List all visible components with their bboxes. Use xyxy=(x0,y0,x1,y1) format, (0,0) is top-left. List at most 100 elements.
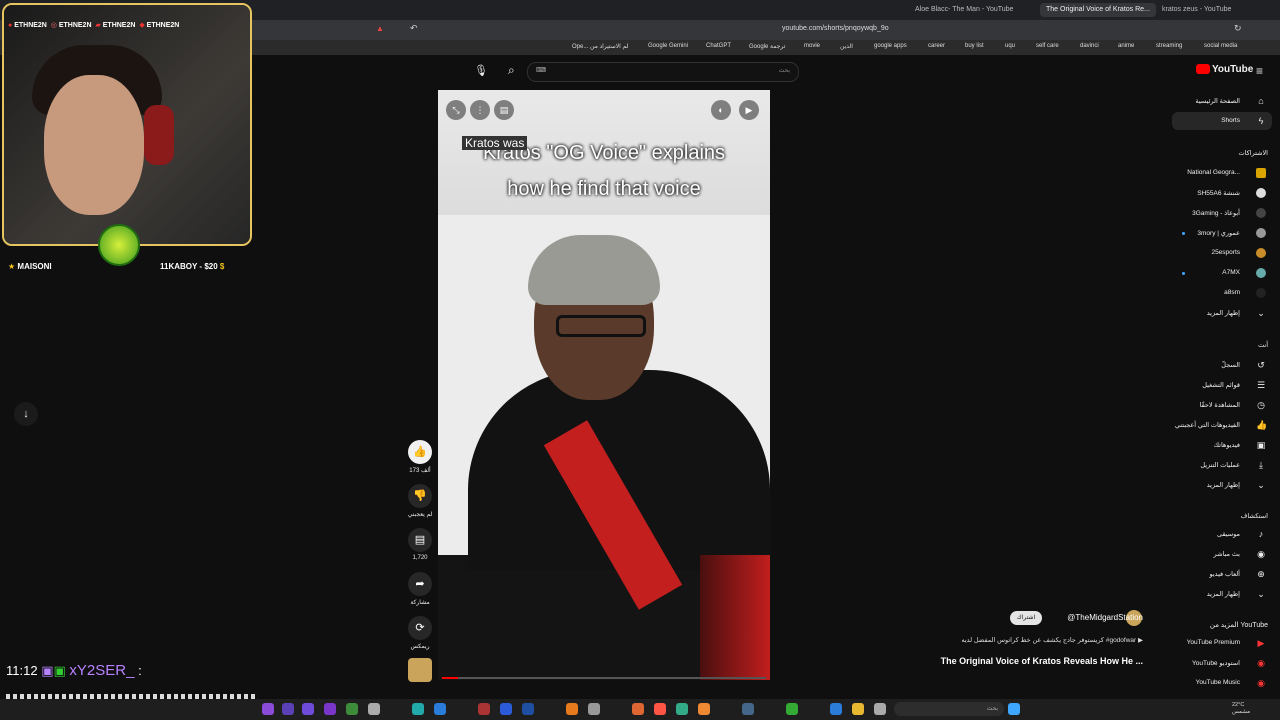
sidebar-item-history[interactable]: السجلّ xyxy=(1221,361,1240,369)
download-icon[interactable]: ⤓ xyxy=(1256,460,1266,470)
video-progress-bar[interactable] xyxy=(442,677,766,679)
sidebar-item-playlists[interactable]: قوائم التشغيل xyxy=(1202,381,1240,389)
volume-icon[interactable]: ◐ xyxy=(711,100,731,120)
history-icon[interactable]: ↺ xyxy=(1256,360,1266,370)
thumbs-up-icon[interactable]: 👍 xyxy=(1256,420,1267,430)
clock-icon[interactable]: ◷ xyxy=(1256,400,1266,410)
sidebar-item-watch-later[interactable]: المشاهدة لاحقًا xyxy=(1200,401,1240,409)
app-icon[interactable] xyxy=(324,703,336,715)
search-icon[interactable]: ⌕ xyxy=(508,63,515,78)
fullscreen-icon[interactable]: ⤡ xyxy=(446,100,466,120)
bookmark-item[interactable]: social media xyxy=(1204,43,1237,49)
like-button[interactable]: 👍 xyxy=(408,440,432,464)
bookmark-item[interactable]: Ope... لم الاستيراد من xyxy=(572,43,628,50)
bookmark-item[interactable]: الدين xyxy=(840,43,853,50)
bookmark-item[interactable]: davinci xyxy=(1080,43,1099,49)
sidebar-item-music-app[interactable]: YouTube Music xyxy=(1196,679,1240,686)
sidebar-item-gaming[interactable]: ألعاب فيديو xyxy=(1210,570,1240,578)
app-icon[interactable] xyxy=(302,703,314,715)
home-icon[interactable]: ⌂ xyxy=(1256,96,1266,106)
video-icon[interactable]: ▣ xyxy=(1256,440,1266,450)
app-icon[interactable] xyxy=(632,703,644,715)
bookmark-item[interactable]: buy list xyxy=(965,43,984,49)
bookmark-item[interactable]: career xyxy=(928,43,945,49)
chevron-down-icon[interactable]: ⌄ xyxy=(1256,308,1266,318)
play-icon[interactable]: ▶ xyxy=(739,100,759,120)
app-icon[interactable] xyxy=(830,703,842,715)
channel-name[interactable]: @TheMidgardStation xyxy=(1067,613,1143,622)
youtube-studio-icon[interactable]: ◉ xyxy=(1256,658,1266,668)
bookmark-item[interactable]: uqu xyxy=(1005,43,1015,49)
sidebar-item-studio[interactable]: YouTube استوديو xyxy=(1192,659,1240,667)
comments-button[interactable]: ▤ xyxy=(408,528,432,552)
url-text[interactable]: youtube.com/shorts/pnqoywqb_9o xyxy=(782,25,889,32)
app-icon[interactable] xyxy=(368,703,380,715)
live-icon[interactable]: ◉ xyxy=(1256,549,1266,559)
sidebar-item-your-videos[interactable]: فيديوهاتك xyxy=(1214,441,1240,449)
remix-button[interactable]: ⟳ xyxy=(408,616,432,640)
app-icon[interactable] xyxy=(282,703,294,715)
shorts-icon[interactable]: ϟ xyxy=(1256,116,1266,126)
subscription-item[interactable]: National Geogra... xyxy=(1187,169,1240,176)
sidebar-show-more[interactable]: إظهار المزيد xyxy=(1207,590,1240,598)
app-icon[interactable] xyxy=(698,703,710,715)
app-icon[interactable] xyxy=(500,703,512,715)
playlist-icon[interactable]: ☰ xyxy=(1256,380,1266,390)
sidebar-item-liked[interactable]: الفيديوهات التي أعجبتني xyxy=(1175,421,1240,429)
subscription-item[interactable]: a8sm xyxy=(1224,289,1240,296)
bookmark-item[interactable]: ChatGPT xyxy=(706,43,731,49)
sidebar-item-home[interactable]: الصفحة الرئيسية xyxy=(1195,97,1240,105)
app-icon[interactable] xyxy=(434,703,446,715)
sidebar-show-more[interactable]: إظهار المزيد xyxy=(1207,481,1240,489)
scroll-down-icon[interactable]: ↓ xyxy=(14,402,38,426)
app-icon[interactable] xyxy=(262,703,274,715)
dislike-button[interactable]: 👎 xyxy=(408,484,432,508)
chevron-down-icon[interactable]: ⌄ xyxy=(1256,589,1266,599)
app-icon[interactable] xyxy=(786,703,798,715)
sidebar-item-music[interactable]: موسيقى xyxy=(1217,530,1240,538)
bookmark-item[interactable]: Google ترجمة xyxy=(749,43,785,50)
bookmark-item[interactable]: movie xyxy=(804,43,820,49)
subscription-item[interactable]: 25esports xyxy=(1211,249,1240,256)
subscription-item[interactable]: 3mory | عموري xyxy=(1197,229,1240,237)
app-icon[interactable] xyxy=(522,703,534,715)
keyboard-icon[interactable]: ⌨ xyxy=(536,66,546,74)
app-icon[interactable] xyxy=(346,703,358,715)
bookmark-item[interactable]: self care xyxy=(1036,43,1059,49)
bookmark-item[interactable]: google apps xyxy=(874,43,907,49)
video-description[interactable]: كريستوفر جادج يكشف عن خط كراتوس المفضل ل… xyxy=(961,636,1143,644)
subscribe-button[interactable]: اشتراك xyxy=(1010,611,1042,625)
captions-icon[interactable]: ▤ xyxy=(494,100,514,120)
mic-icon[interactable]: 🎙 xyxy=(474,64,488,77)
tab-kratos-video[interactable]: The Original Voice of Kratos Re... xyxy=(1040,3,1156,17)
search-input[interactable]: ⌨ بحث xyxy=(527,62,799,82)
subscriptions-heading[interactable]: الاشتراكات xyxy=(1238,149,1268,157)
tab-kratos-zeus[interactable]: kratos zeus - YouTube xyxy=(1162,3,1231,17)
bookmark-item[interactable]: Google Gemini xyxy=(648,43,688,49)
chevron-down-icon[interactable]: ⌄ xyxy=(1256,480,1266,490)
back-icon[interactable]: ↶ xyxy=(410,23,418,34)
sidebar-item-live[interactable]: بث مباشر xyxy=(1214,550,1240,558)
bookmark-item[interactable]: anime xyxy=(1118,43,1134,49)
reload-icon[interactable]: ↻ xyxy=(1234,23,1242,34)
sidebar-show-more[interactable]: إظهار المزيد xyxy=(1207,309,1240,317)
shorts-video-player[interactable]: Kratos "OG Voice" explains how he find t… xyxy=(438,90,770,680)
app-icon[interactable] xyxy=(654,703,666,715)
youtube-music-icon[interactable]: ◉ xyxy=(1256,678,1266,688)
subscription-item[interactable]: A7MX xyxy=(1222,269,1240,276)
sidebar-item-premium[interactable]: YouTube Premium xyxy=(1187,639,1240,646)
video-title[interactable]: The Original Voice of Kratos Reveals How… xyxy=(941,656,1143,666)
app-icon[interactable] xyxy=(588,703,600,715)
app-icon[interactable] xyxy=(478,703,490,715)
app-icon[interactable] xyxy=(676,703,688,715)
subscription-item[interactable]: SH55A6 شنشة xyxy=(1197,189,1240,197)
weather-widget[interactable]: 22°C مشمس xyxy=(1232,702,1250,716)
file-explorer-icon[interactable] xyxy=(852,703,864,715)
app-icon[interactable] xyxy=(874,703,886,715)
share-button[interactable]: ➦ xyxy=(408,572,432,596)
youtube-premium-icon[interactable]: ▶ xyxy=(1256,638,1266,648)
subscription-item[interactable]: 3Gaming - أبوعاذ xyxy=(1192,209,1240,217)
app-icon[interactable] xyxy=(412,703,424,715)
menu-icon[interactable]: ≡ xyxy=(1256,64,1263,78)
shield-icon[interactable]: ▲ xyxy=(376,24,384,33)
